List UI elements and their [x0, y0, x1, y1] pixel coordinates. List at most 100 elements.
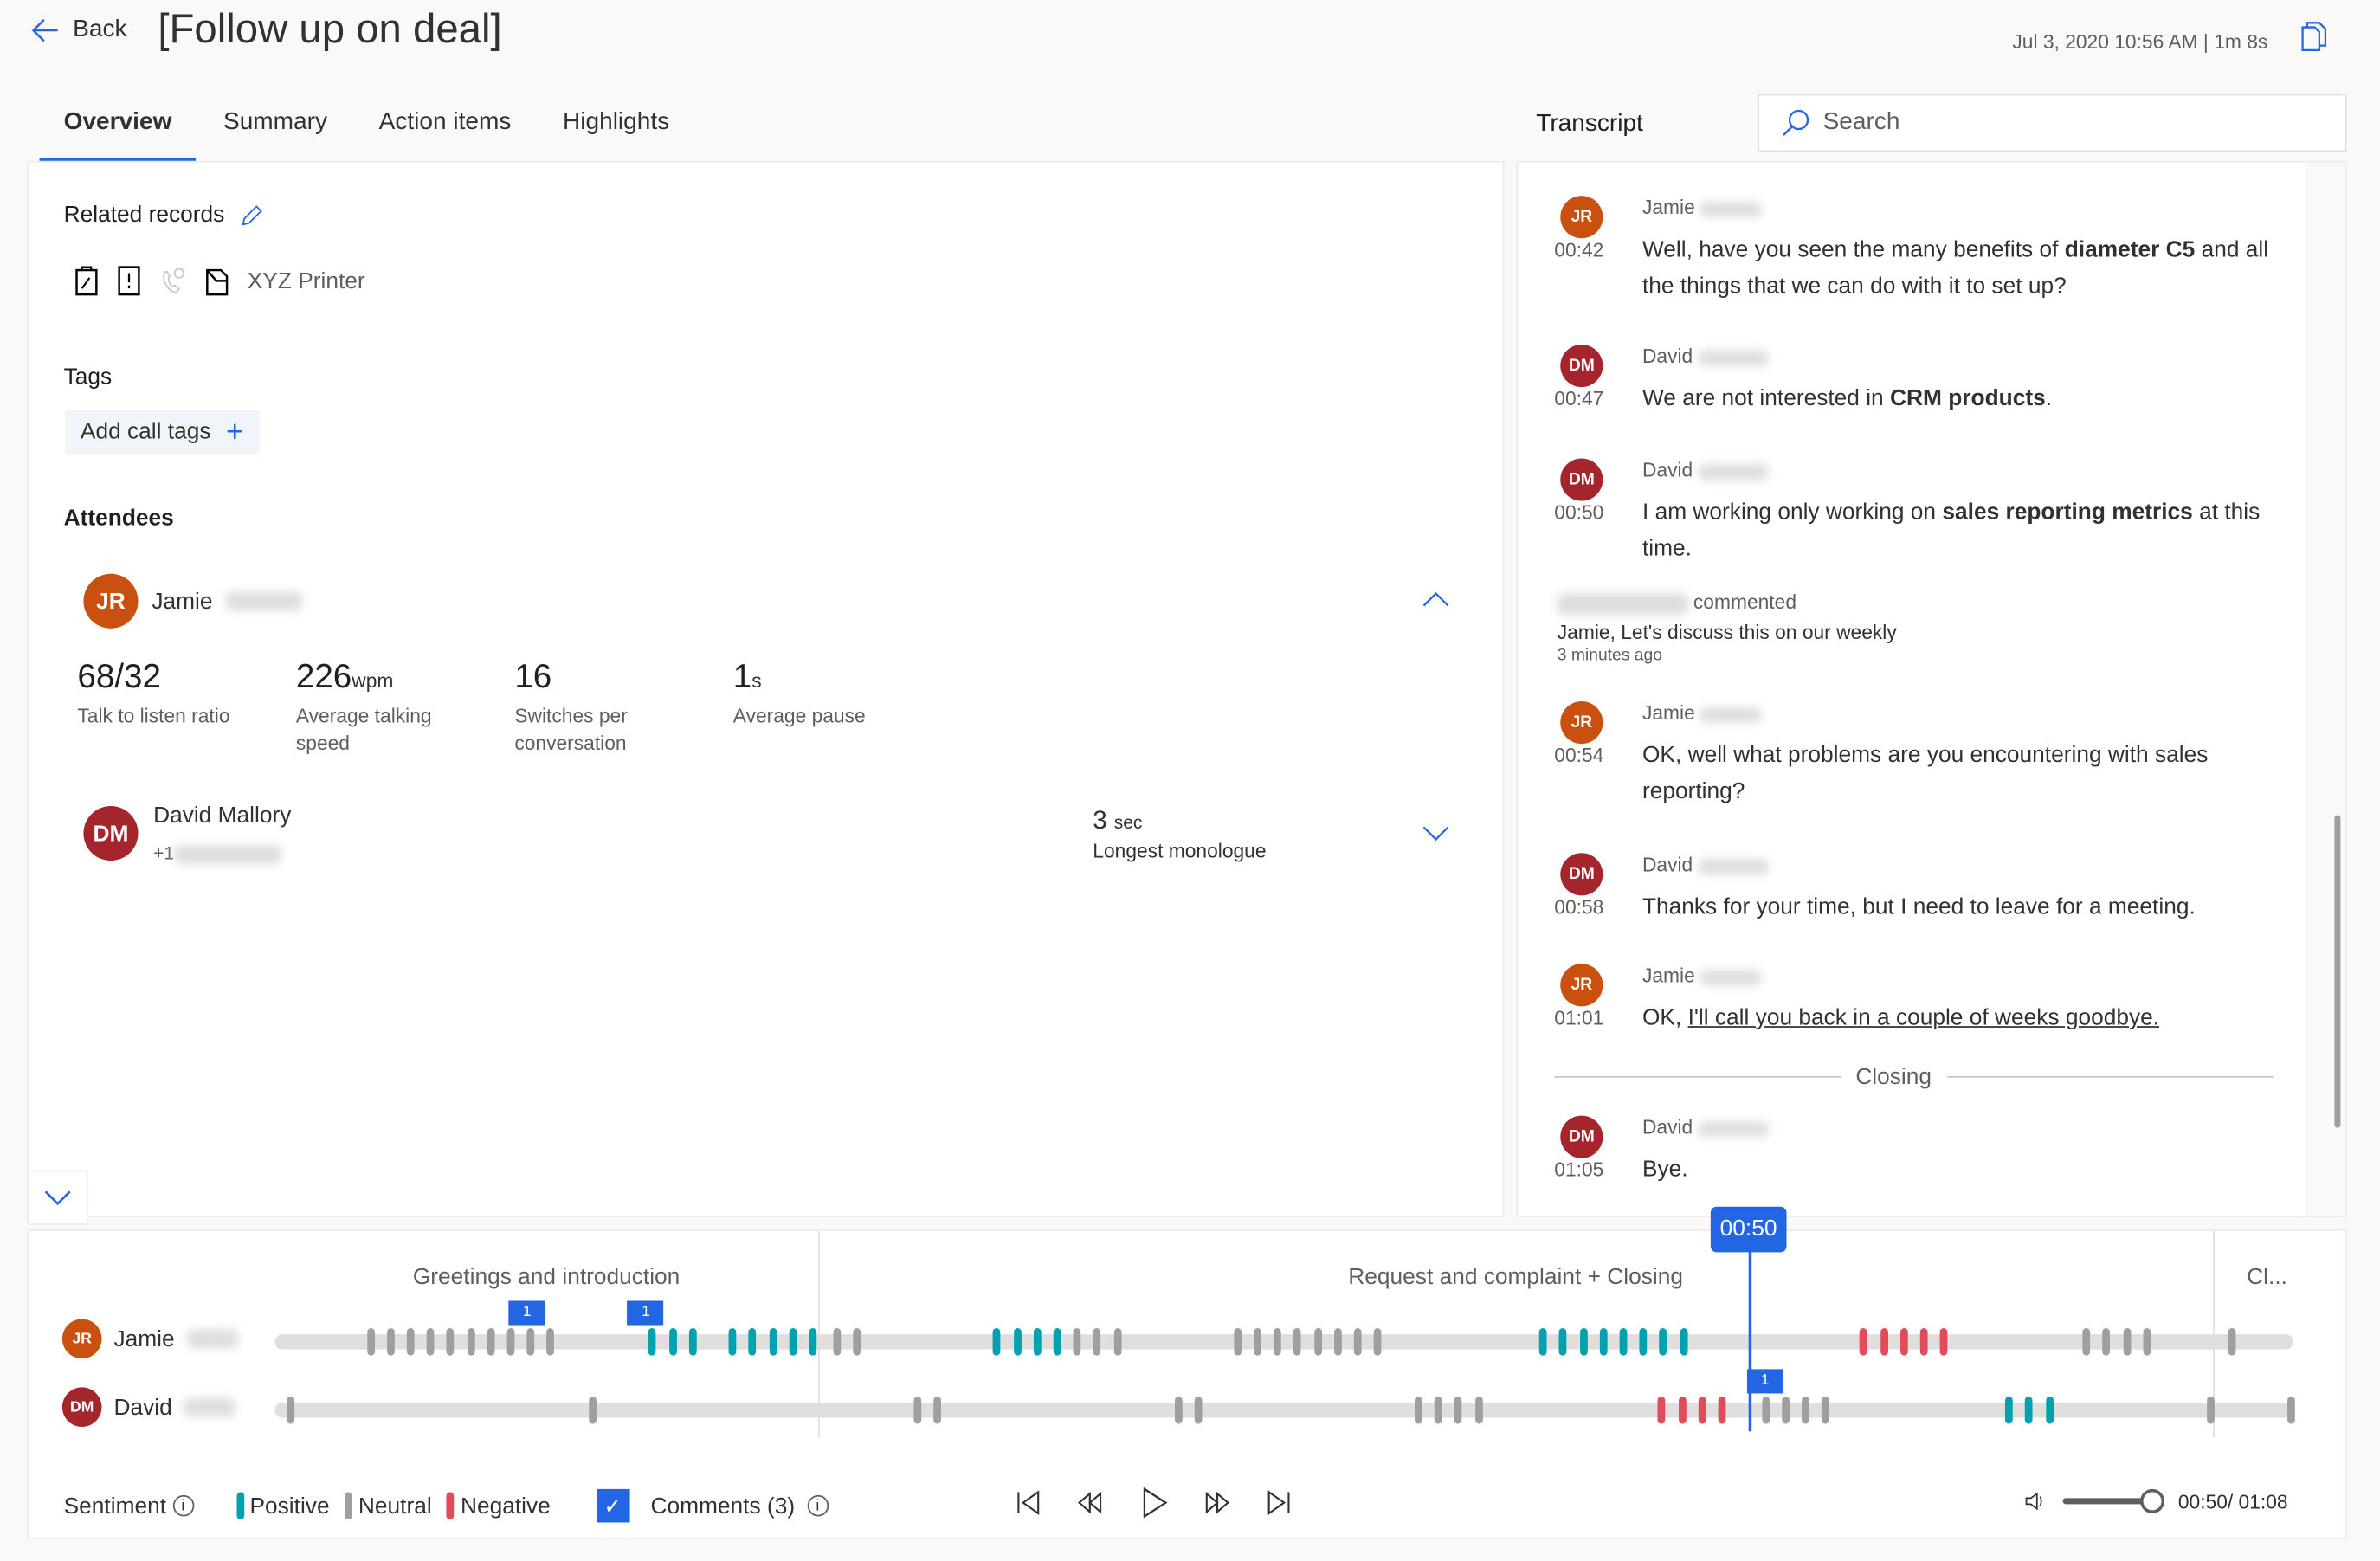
sentiment-mark-negative[interactable]: [1880, 1328, 1888, 1356]
transcript-search-input[interactable]: Search: [1758, 94, 2347, 152]
sentiment-mark-positive[interactable]: [789, 1328, 797, 1356]
comments-checkbox[interactable]: ✓: [596, 1488, 629, 1523]
timestamp[interactable]: 01:01: [1554, 1006, 1603, 1029]
sentiment-mark-positive[interactable]: [1053, 1328, 1061, 1356]
sentiment-mark-positive[interactable]: [809, 1328, 817, 1356]
sentiment-mark-neutral[interactable]: [406, 1328, 415, 1356]
sentiment-mark-positive[interactable]: [1599, 1328, 1608, 1356]
sentiment-mark-negative[interactable]: [1698, 1396, 1706, 1424]
sentiment-mark-neutral[interactable]: [1333, 1328, 1342, 1356]
sentiment-mark-neutral[interactable]: [1822, 1396, 1830, 1424]
sentiment-mark-neutral[interactable]: [1073, 1328, 1081, 1356]
tab-summary[interactable]: Summary: [199, 94, 352, 163]
sentiment-mark-positive[interactable]: [1639, 1328, 1648, 1356]
edit-pencil-icon[interactable]: [240, 203, 264, 227]
fast-forward-icon[interactable]: [1203, 1489, 1231, 1517]
sentiment-mark-neutral[interactable]: [1194, 1396, 1203, 1424]
section-label[interactable]: Greetings and introduction: [274, 1264, 818, 1290]
sentiment-mark-negative[interactable]: [1658, 1396, 1667, 1424]
sentiment-mark-neutral[interactable]: [2143, 1328, 2151, 1356]
sentiment-mark-neutral[interactable]: [2082, 1328, 2091, 1356]
comment-marker[interactable]: 1: [627, 1300, 664, 1326]
sentiment-mark-neutral[interactable]: [1762, 1396, 1770, 1424]
transcript-entry[interactable]: DM David 00:50 I am working only working…: [1554, 458, 2283, 579]
sentiment-mark-positive[interactable]: [648, 1328, 657, 1356]
sentiment-mark-neutral[interactable]: [546, 1328, 555, 1356]
sentiment-mark-neutral[interactable]: [487, 1328, 495, 1356]
sentiment-mark-positive[interactable]: [688, 1328, 697, 1356]
sentiment-mark-negative[interactable]: [1860, 1328, 1868, 1356]
sentiment-mark-neutral[interactable]: [1782, 1396, 1790, 1424]
sentiment-mark-positive[interactable]: [769, 1328, 777, 1356]
highlight-link[interactable]: I'll call you back in a couple of weeks …: [1688, 1005, 2159, 1031]
sentiment-mark-neutral[interactable]: [287, 1396, 294, 1424]
sentiment-mark-positive[interactable]: [1680, 1328, 1687, 1356]
tab-highlights[interactable]: Highlights: [539, 94, 693, 163]
chevron-up-icon[interactable]: [1422, 590, 1450, 609]
sentiment-mark-neutral[interactable]: [526, 1328, 535, 1356]
sentiment-mark-neutral[interactable]: [1474, 1396, 1483, 1424]
copy-icon[interactable]: [2301, 22, 2329, 52]
sentiment-mark-neutral[interactable]: [366, 1328, 375, 1356]
speaker-track[interactable]: [274, 1328, 2294, 1356]
comment-marker[interactable]: 1: [1746, 1369, 1783, 1394]
sentiment-mark-neutral[interactable]: [1233, 1328, 1242, 1356]
sentiment-mark-neutral[interactable]: [1254, 1328, 1261, 1356]
sentiment-mark-neutral[interactable]: [932, 1396, 941, 1424]
comments-toggle-label[interactable]: Comments (3): [650, 1493, 795, 1519]
add-call-tags-button[interactable]: Add call tags +: [65, 410, 260, 455]
sentiment-mark-neutral[interactable]: [589, 1396, 597, 1424]
playhead-label[interactable]: 00:50: [1710, 1206, 1787, 1253]
section-label[interactable]: Cl...: [2213, 1264, 2320, 1290]
sentiment-mark-positive[interactable]: [1659, 1328, 1667, 1356]
sentiment-mark-positive[interactable]: [668, 1328, 677, 1356]
sentiment-mark-neutral[interactable]: [1174, 1396, 1183, 1424]
sentiment-mark-negative[interactable]: [1718, 1396, 1726, 1424]
comment-marker[interactable]: 1: [508, 1300, 545, 1326]
sentiment-mark-neutral[interactable]: [1435, 1396, 1442, 1424]
skip-to-start-icon[interactable]: [1016, 1489, 1043, 1517]
sentiment-mark-neutral[interactable]: [2102, 1328, 2111, 1356]
playhead-line[interactable]: [1748, 1246, 1752, 1432]
timestamp[interactable]: 00:47: [1554, 387, 1603, 410]
sentiment-mark-negative[interactable]: [1919, 1328, 1928, 1356]
sentiment-mark-neutral[interactable]: [1274, 1328, 1281, 1356]
sentiment-mark-positive[interactable]: [2005, 1396, 2014, 1424]
sentiment-mark-positive[interactable]: [1619, 1328, 1628, 1356]
sentiment-mark-positive[interactable]: [2045, 1396, 2054, 1424]
sentiment-mark-neutral[interactable]: [1802, 1396, 1810, 1424]
sentiment-mark-positive[interactable]: [1539, 1328, 1547, 1356]
sentiment-mark-negative[interactable]: [1940, 1328, 1948, 1356]
sentiment-mark-negative[interactable]: [1899, 1328, 1908, 1356]
tab-action-items[interactable]: Action items: [355, 94, 536, 163]
sentiment-mark-positive[interactable]: [1579, 1328, 1588, 1356]
phone-call-icon[interactable]: [159, 266, 187, 296]
timestamp[interactable]: 00:50: [1554, 501, 1603, 524]
transcript-entry[interactable]: DM David 00:58 Thanks for your time, but…: [1554, 853, 2283, 974]
sentiment-mark-neutral[interactable]: [1373, 1328, 1382, 1356]
sentiment-mark-neutral[interactable]: [913, 1396, 921, 1424]
timeline[interactable]: Greetings and introduction Request and co…: [29, 1206, 2345, 1459]
sentiment-mark-negative[interactable]: [1678, 1396, 1687, 1424]
transcript-entry[interactable]: DM David 01:05 Bye.: [1554, 1115, 2283, 1216]
timestamp[interactable]: 00:58: [1554, 895, 1603, 918]
case-alert-icon[interactable]: [117, 266, 141, 296]
sentiment-mark-neutral[interactable]: [1093, 1328, 1101, 1356]
sentiment-mark-neutral[interactable]: [1313, 1328, 1322, 1356]
sentiment-mark-neutral[interactable]: [853, 1328, 861, 1356]
sentiment-mark-neutral[interactable]: [2122, 1328, 2131, 1356]
sentiment-mark-neutral[interactable]: [386, 1328, 395, 1356]
sentiment-mark-positive[interactable]: [2025, 1396, 2034, 1424]
volume-thumb[interactable]: [2140, 1488, 2165, 1513]
timestamp[interactable]: 01:05: [1554, 1158, 1603, 1181]
sentiment-mark-positive[interactable]: [728, 1328, 737, 1356]
scrollbar-thumb[interactable]: [2334, 815, 2341, 1128]
play-icon[interactable]: [1137, 1486, 1171, 1519]
account-record-icon[interactable]: [205, 266, 229, 296]
sentiment-mark-neutral[interactable]: [2207, 1396, 2216, 1424]
sentiment-mark-neutral[interactable]: [1415, 1396, 1422, 1424]
sentiment-mark-neutral[interactable]: [467, 1328, 475, 1356]
info-icon[interactable]: i: [172, 1494, 194, 1517]
sentiment-mark-positive[interactable]: [993, 1328, 1001, 1356]
sentiment-mark-neutral[interactable]: [1353, 1328, 1362, 1356]
